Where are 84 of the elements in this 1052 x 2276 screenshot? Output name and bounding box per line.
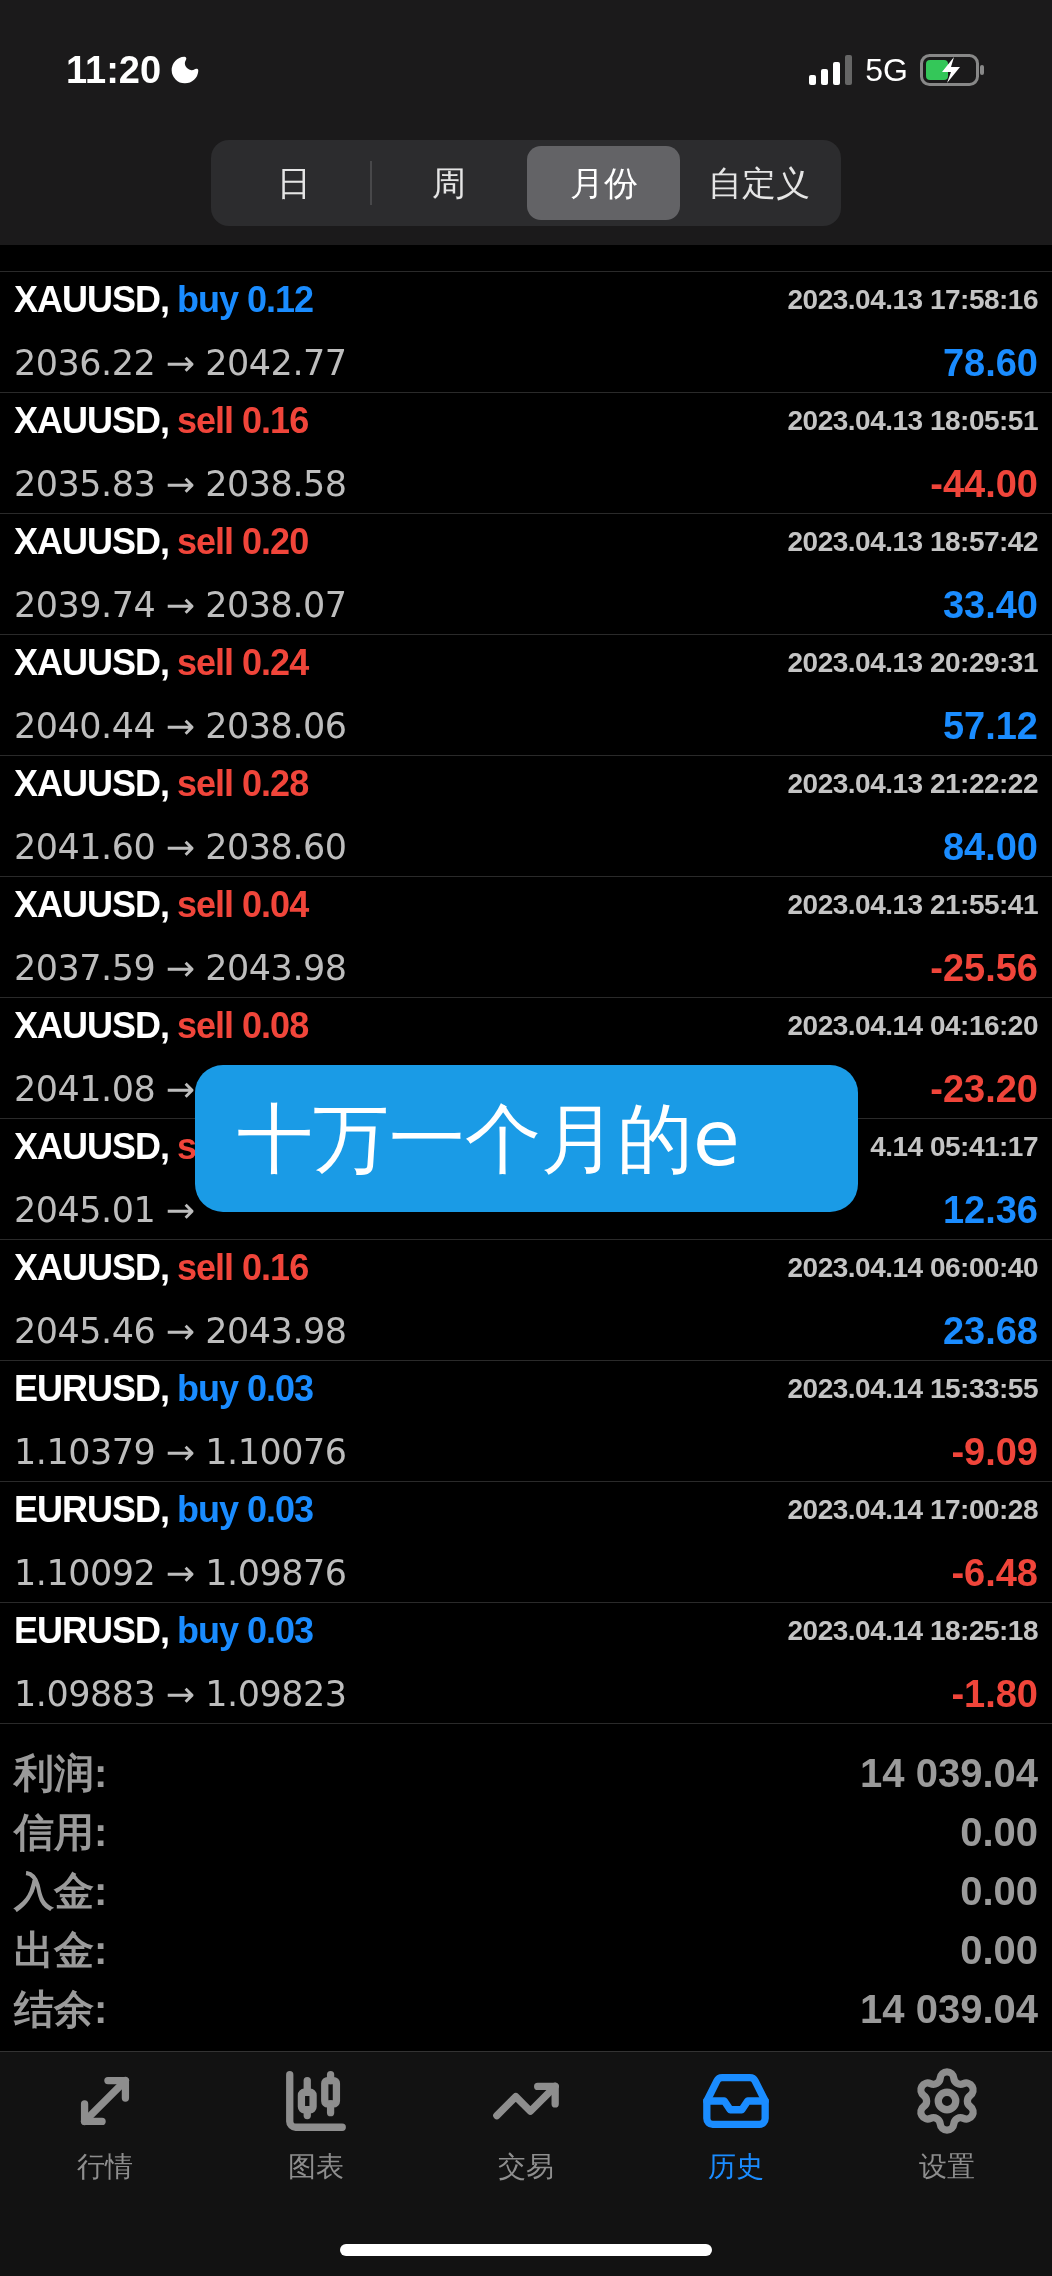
nav-tab[interactable]: 历史 [631, 2066, 842, 2188]
summary-value: 14 039.04 [860, 1749, 1038, 1797]
period-tab[interactable]: 月份 [527, 146, 680, 220]
order-label: sell 0.16 [177, 398, 309, 443]
price-range: 2041.60 → 2038.60 [14, 825, 347, 869]
order-label: sell 0.08 [177, 1003, 309, 1048]
nav-tab[interactable]: 设置 [841, 2066, 1052, 2188]
period-tab[interactable]: 日 [217, 146, 370, 220]
deal-time: 2023.04.13 21:22:22 [787, 766, 1038, 801]
order-label: sell 0.04 [177, 882, 309, 927]
symbol-label: XAUUSD, [14, 1124, 170, 1169]
profit-value: -44.00 [930, 461, 1038, 507]
deal-time: 2023.04.13 20:29:31 [787, 645, 1038, 680]
symbol-label: XAUUSD, [14, 882, 170, 927]
deal-time: 4.14 05:41:17 [870, 1129, 1038, 1164]
profit-value: 78.60 [942, 340, 1038, 386]
caption-banner: 十万一个月的e [195, 1065, 858, 1212]
deal-time: 2023.04.14 06:00:40 [787, 1250, 1038, 1285]
order-label: buy 0.03 [177, 1487, 314, 1532]
profit-value: 23.68 [942, 1308, 1038, 1354]
profit-value: -23.20 [930, 1066, 1038, 1112]
period-tab[interactable]: 自定义 [682, 146, 835, 220]
summary-label: 利润: [14, 1749, 108, 1797]
symbol-label: XAUUSD, [14, 277, 170, 322]
price-range: 2041.08 → [14, 1067, 195, 1111]
summary-label: 结余: [14, 1985, 108, 2033]
profit-value: -25.56 [930, 945, 1038, 991]
order-label: buy 0.12 [177, 277, 314, 322]
profit-value: -1.80 [951, 1671, 1038, 1717]
price-range: 2040.44 → 2038.06 [14, 704, 347, 748]
deal-time: 2023.04.13 18:57:42 [787, 524, 1038, 559]
symbol-label: XAUUSD, [14, 1003, 170, 1048]
profit-value: -9.09 [951, 1429, 1038, 1475]
profit-value: 33.40 [942, 582, 1038, 628]
symbol-label: EURUSD, [14, 1366, 170, 1411]
summary-label: 入金: [14, 1867, 108, 1915]
summary-value: 0.00 [960, 1808, 1038, 1856]
price-range: 2045.01 → [14, 1188, 195, 1232]
deal-time: 2023.04.13 18:05:51 [787, 403, 1038, 438]
order-label: sell 0.16 [177, 1245, 309, 1290]
deal-time: 2023.04.14 18:25:18 [787, 1613, 1038, 1648]
summary-value: 14 039.04 [860, 1985, 1038, 2033]
symbol-label: XAUUSD, [14, 398, 170, 443]
symbol-label: XAUUSD, [14, 519, 170, 564]
clock-time: 11:20 [66, 47, 162, 93]
summary-label: 出金: [14, 1926, 108, 1974]
price-range: 2045.46 → 2043.98 [14, 1309, 347, 1353]
profit-value: 57.12 [942, 703, 1038, 749]
profit-value: 84.00 [942, 824, 1038, 870]
network-label: 5G [865, 51, 908, 90]
nav-tab[interactable]: 交易 [420, 2066, 632, 2188]
deal-time: 2023.04.14 17:00:28 [787, 1492, 1038, 1527]
order-label: sell 0.24 [177, 640, 309, 685]
order-label: buy 0.03 [177, 1608, 314, 1653]
price-range: 2036.22 → 2042.77 [14, 341, 347, 385]
symbol-label: XAUUSD, [14, 1245, 170, 1290]
profit-value: 12.36 [942, 1187, 1038, 1233]
order-label: sell 0.28 [177, 761, 309, 806]
order-label: buy 0.03 [177, 1366, 314, 1411]
symbol-label: XAUUSD, [14, 761, 170, 806]
nav-tab[interactable]: 行情 [0, 2066, 211, 2188]
period-tab[interactable]: 周 [372, 146, 525, 220]
summary-value: 0.00 [960, 1926, 1038, 1974]
symbol-label: EURUSD, [14, 1608, 170, 1653]
deal-time: 2023.04.14 15:33:55 [787, 1371, 1038, 1406]
summary-value: 0.00 [960, 1867, 1038, 1915]
deal-time: 2023.04.14 04:16:20 [787, 1008, 1038, 1043]
order-label: s [177, 1124, 197, 1169]
profit-value: -6.48 [951, 1550, 1038, 1596]
nav-tab[interactable]: 图表 [210, 2066, 421, 2188]
deal-time: 2023.04.13 17:58:16 [787, 282, 1038, 317]
battery-charging-icon [920, 54, 986, 86]
price-range: 1.09883 → 1.09823 [14, 1672, 347, 1716]
deal-time: 2023.04.13 21:55:41 [787, 887, 1038, 922]
symbol-label: EURUSD, [14, 1487, 170, 1532]
signal-icon [809, 55, 854, 85]
price-range: 2039.74 → 2038.07 [14, 583, 347, 627]
price-range: 1.10379 → 1.10076 [14, 1430, 347, 1474]
summary-label: 信用: [14, 1808, 108, 1856]
price-range: 1.10092 → 1.09876 [14, 1551, 347, 1595]
order-label: sell 0.20 [177, 519, 309, 564]
price-range: 2037.59 → 2043.98 [14, 946, 347, 990]
price-range: 2035.83 → 2038.58 [14, 462, 347, 506]
symbol-label: XAUUSD, [14, 640, 170, 685]
